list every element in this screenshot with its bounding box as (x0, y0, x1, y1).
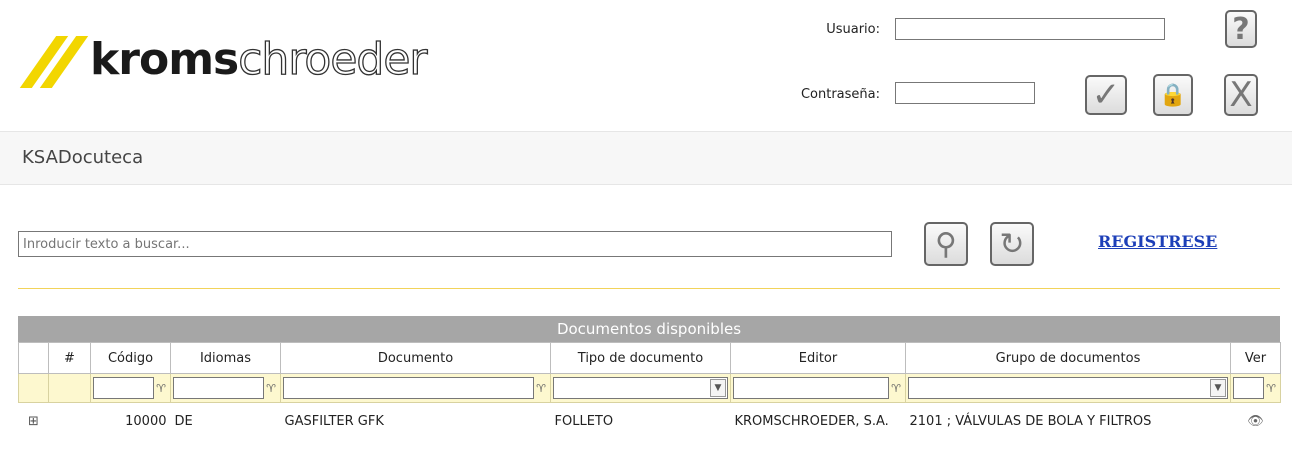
user-input[interactable] (895, 18, 1165, 40)
password-input[interactable] (895, 82, 1035, 104)
close-icon[interactable]: X (1224, 74, 1258, 116)
col-tipo[interactable]: Tipo de documento (550, 342, 731, 374)
divider (18, 288, 1280, 289)
filter-tipo-select[interactable]: ▼ (553, 377, 728, 399)
accept-icon[interactable]: ✓ (1085, 75, 1127, 115)
col-expand (18, 342, 49, 374)
documents-grid: Documentos disponibles # Código Idiomas … (18, 316, 1281, 440)
col-grupo[interactable]: Grupo de documentos (905, 342, 1231, 374)
filter-codigo-input[interactable] (93, 377, 154, 399)
cell-codigo: 10000 (125, 413, 167, 429)
chevron-down-icon[interactable]: ▼ (1210, 379, 1226, 397)
page-title: KSADocuteca (22, 147, 144, 168)
cell-editor: KROMSCHROEDER, S.A. (734, 413, 889, 429)
col-idiomas[interactable]: Idiomas (170, 342, 281, 374)
brand-light: chroeder (238, 33, 429, 85)
help-icon[interactable]: ? (1225, 10, 1257, 48)
search-input[interactable] (18, 231, 892, 257)
funnel-icon[interactable]: ♈ (889, 382, 903, 395)
grid-title: Documentos disponibles (18, 316, 1280, 342)
brand-logo: kromschroeder (19, 30, 428, 90)
col-ver[interactable]: Ver (1230, 342, 1281, 374)
grid-header-row: # Código Idiomas Documento Tipo de docum… (18, 342, 1281, 374)
filter-documento-input[interactable] (283, 377, 534, 399)
user-label: Usuario: (826, 22, 880, 37)
col-documento[interactable]: Documento (280, 342, 551, 374)
brand-wordmark: kromschroeder (90, 33, 429, 85)
col-number[interactable]: # (48, 342, 91, 374)
col-editor[interactable]: Editor (730, 342, 906, 374)
filter-editor-input[interactable] (733, 377, 889, 399)
cell-idiomas: DE (174, 413, 193, 429)
funnel-icon[interactable]: ♈ (264, 382, 278, 395)
chevron-down-icon[interactable]: ▼ (710, 379, 726, 397)
cell-grupo: 2101 ; VÁLVULAS DE BOLA Y FILTROS (909, 413, 1152, 429)
brand-bold: kroms (90, 34, 239, 85)
filter-ver-input[interactable] (1233, 377, 1264, 399)
register-link[interactable]: REGISTRESE (1098, 232, 1217, 251)
cell-tipo: FOLLETO (554, 413, 614, 429)
funnel-icon[interactable]: ♈ (154, 382, 168, 395)
funnel-icon[interactable]: ♈ (1264, 382, 1278, 395)
refresh-icon[interactable]: ↻ (990, 222, 1034, 266)
lock-icon[interactable]: 🔒 (1153, 74, 1193, 116)
search-icon[interactable]: ⚲ (924, 222, 968, 266)
cell-number (49, 403, 91, 440)
filter-row: ♈ ♈ ♈ ▼ ♈ ▼ ♈ (18, 373, 1281, 403)
filter-grupo-select[interactable]: ▼ (908, 377, 1228, 399)
page-title-bar: KSADocuteca (0, 131, 1292, 185)
col-codigo[interactable]: Código (90, 342, 171, 374)
filter-cell-empty (18, 373, 49, 403)
filter-idiomas-input[interactable] (173, 377, 264, 399)
table-row: ⊞ 10000 DE GASFILTER GFK FOLLETO KROMSCH… (19, 403, 1281, 440)
eye-icon[interactable]: 👁 (1231, 403, 1281, 440)
funnel-icon[interactable]: ♈ (534, 382, 548, 395)
password-label: Contraseña: (800, 87, 880, 102)
filter-cell-empty (48, 373, 91, 403)
cell-documento: GASFILTER GFK (284, 413, 384, 429)
expand-icon[interactable]: ⊞ (19, 403, 49, 440)
